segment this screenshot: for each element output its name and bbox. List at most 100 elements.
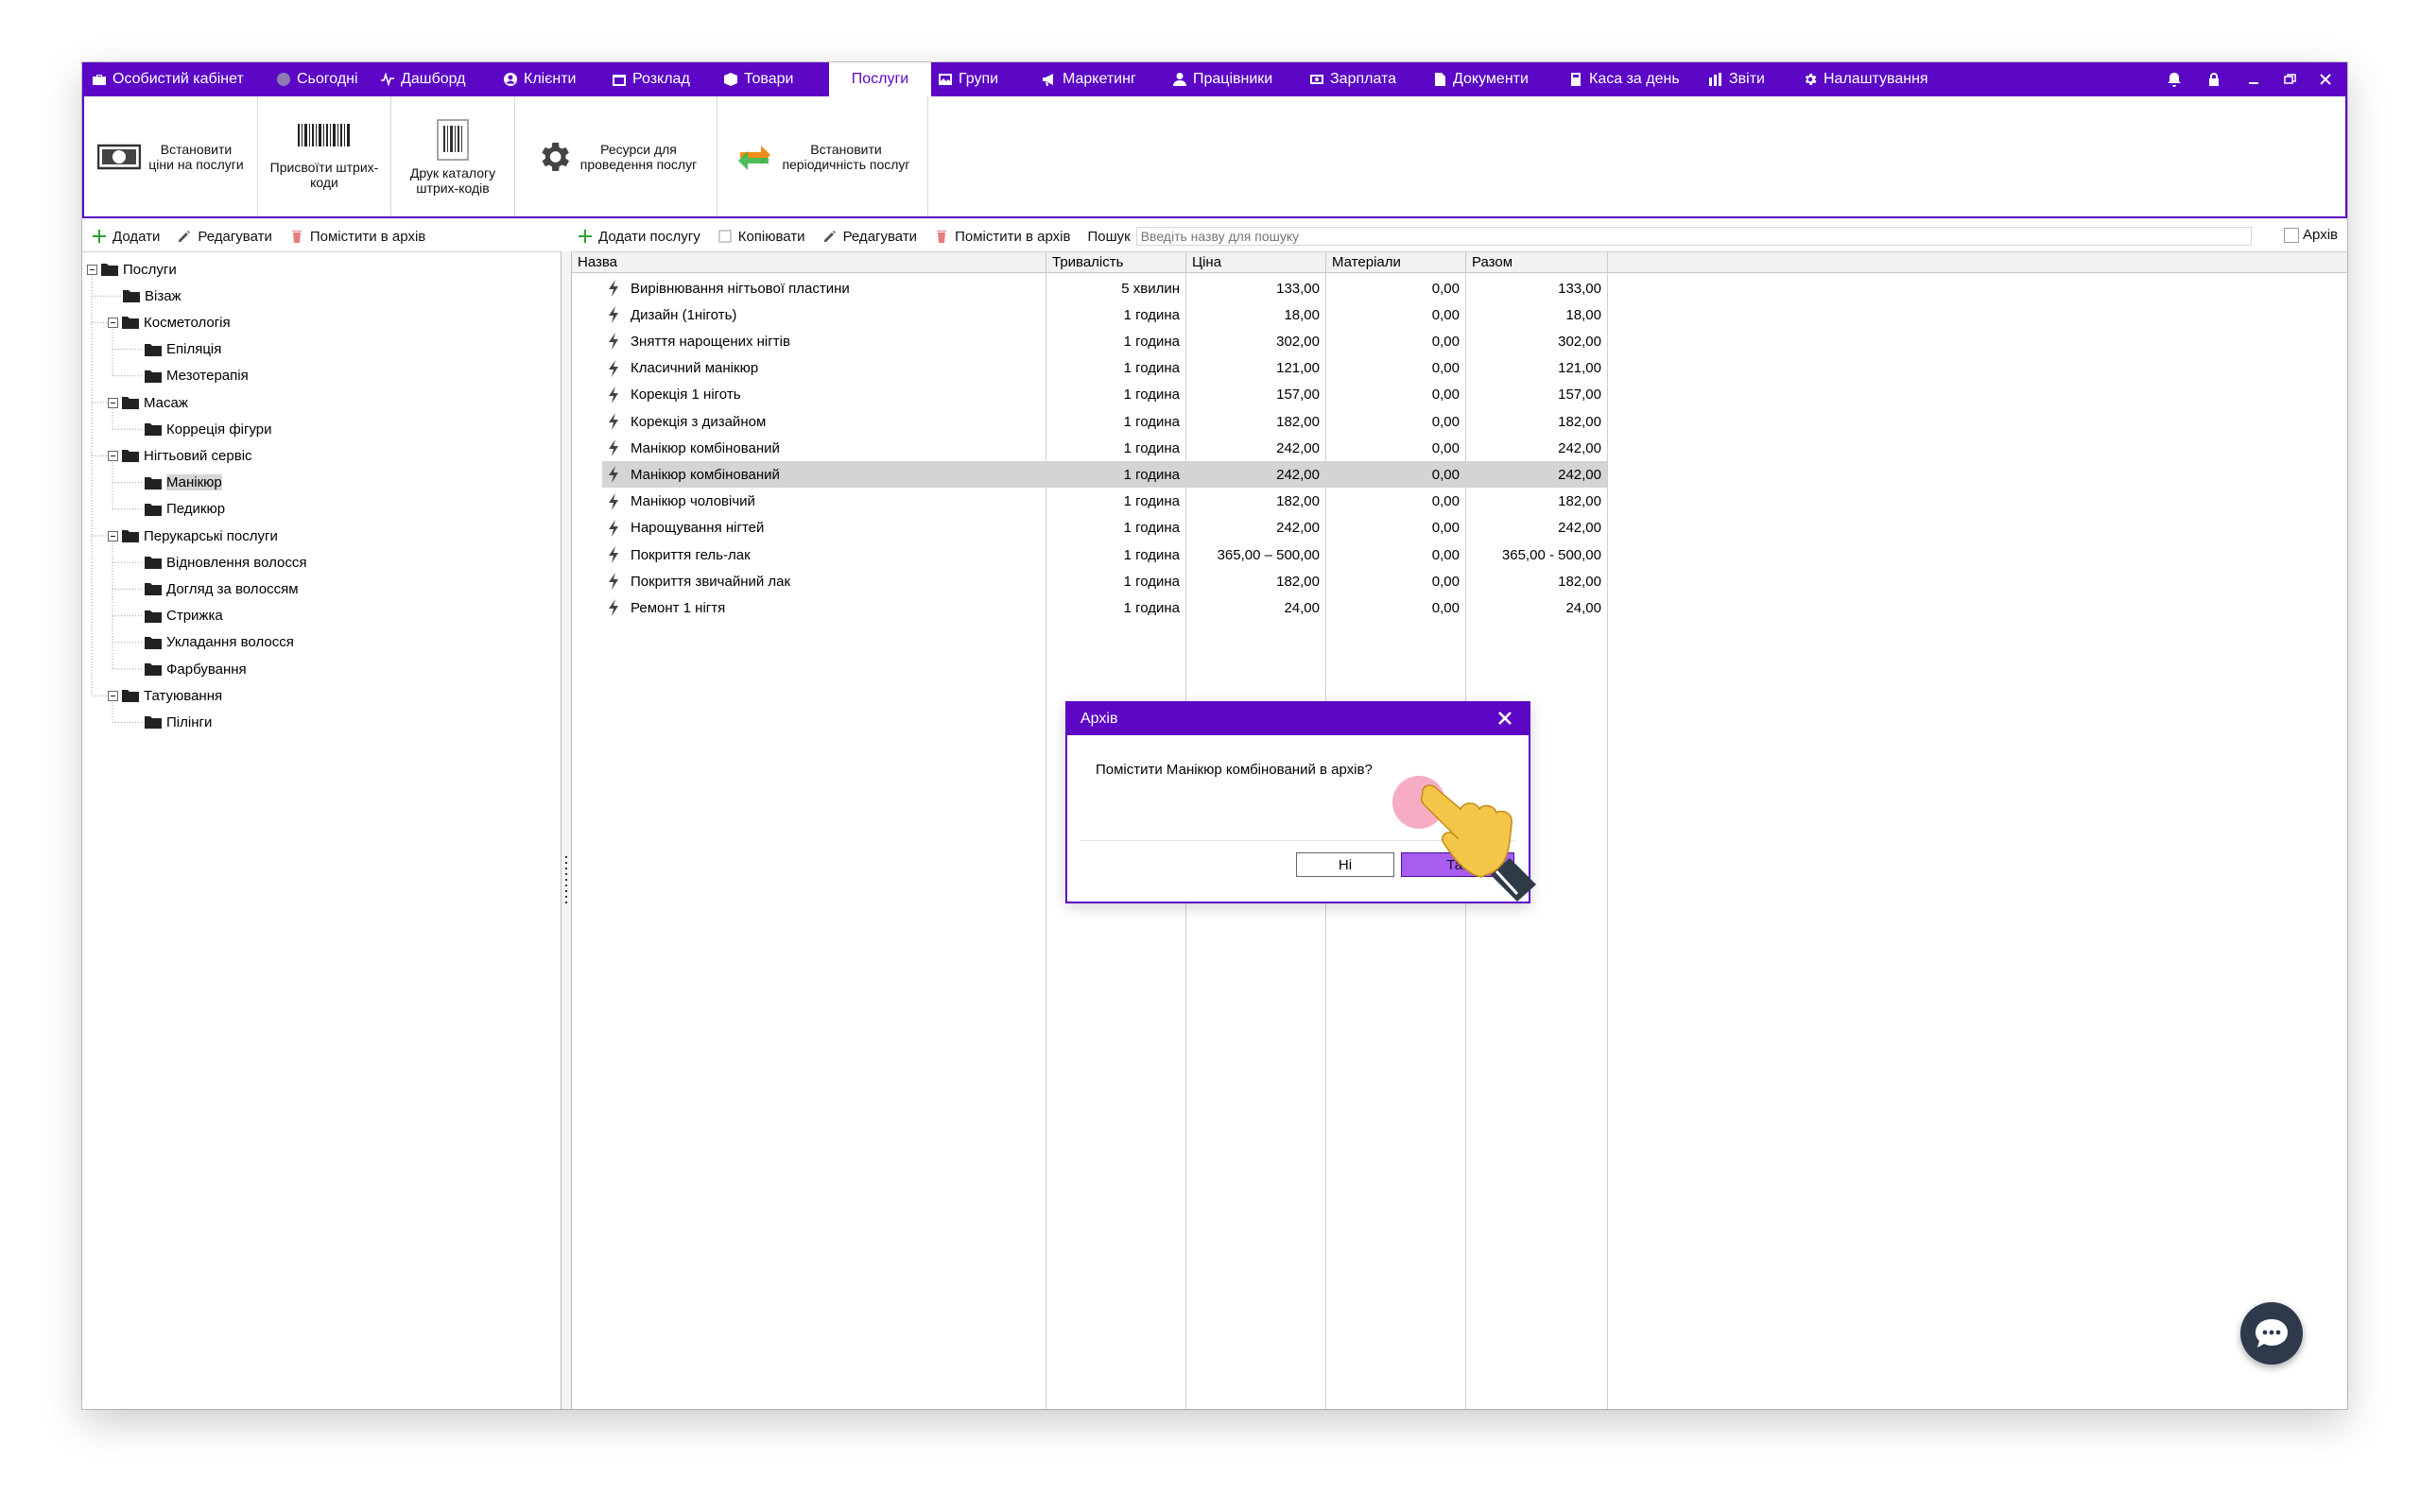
app-window: Особистий кабінет Сьогодні Дашборд Клієнти Р… <box>82 62 2347 1409</box>
archive-group-button[interactable]: Помістити в архів <box>289 229 425 245</box>
table-row[interactable]: Корекція з дизайном 1 година 182,00 0,00 182… <box>572 408 1612 435</box>
menu-item[interactable]: Маркетинг <box>1042 62 1136 96</box>
pane-splitter[interactable] <box>562 251 571 1409</box>
menu-item-label: Клієнти <box>524 71 577 87</box>
service-bolt-icon <box>608 408 619 435</box>
menu-item-label: Особистий кабінет <box>112 71 244 87</box>
close-icon[interactable] <box>2313 62 2338 96</box>
tree-node[interactable]: Татуювання <box>108 684 222 707</box>
table-row[interactable]: Дизайн (1ніготь) 1 година 18,00 0,00 18,00 <box>572 301 1612 328</box>
bell-icon[interactable] <box>2162 62 2187 96</box>
assign-barcodes-button[interactable]: Присвоїти штрих- коди <box>258 96 391 216</box>
add-service-button[interactable]: Додати послугу <box>578 229 700 245</box>
archive-checkbox-label: Архів <box>2303 227 2338 243</box>
chat-button[interactable] <box>2240 1302 2303 1365</box>
cell-name: Нарощування нігтей <box>631 520 765 537</box>
edit-service-button[interactable]: Редагувати <box>822 228 918 245</box>
tree-node[interactable]: Перукарські послуги <box>108 524 278 547</box>
table-row[interactable]: Покриття гель-лак 1 година 365,00 – 500,00… <box>572 541 1612 568</box>
collapse-toggle-icon[interactable] <box>108 397 118 408</box>
tree-node[interactable]: Відновлення волосся <box>145 551 307 574</box>
add-group-button[interactable]: Додати <box>92 229 160 245</box>
collapse-toggle-icon[interactable] <box>108 690 118 701</box>
table-row[interactable]: Вирівнювання нігтьової пластини 5 хвилин 1… <box>572 275 1612 301</box>
tree-node[interactable]: Послуги <box>87 258 177 281</box>
minimize-icon[interactable] <box>2241 62 2266 96</box>
service-bolt-icon <box>608 541 619 568</box>
tree-node[interactable]: Педикюр <box>145 498 225 521</box>
tree-node[interactable]: Епіляція <box>145 338 221 361</box>
table-row[interactable]: Покриття звичайний лак 1 година 182,00 0,00… <box>572 568 1612 594</box>
table-row[interactable]: Манікюр чоловічий 1 година 182,00 0,00 182,0… <box>572 489 1612 515</box>
menu-item[interactable]: Сьогодні <box>276 62 358 96</box>
cell-duration: 1 година <box>1123 333 1180 350</box>
table-row[interactable]: Манікюр комбінований 1 година 242,00 0,00 24… <box>572 435 1612 461</box>
menu-item[interactable]: Групи <box>938 62 998 96</box>
archive-checkbox[interactable] <box>2284 227 2300 243</box>
resources-button[interactable]: Ресурси для проведення послуг <box>515 96 717 216</box>
set-prices-button[interactable]: Встановити ціни на послуги <box>84 96 258 216</box>
service-bolt-icon <box>608 435 619 461</box>
menu-item[interactable]: Послуги <box>829 62 931 96</box>
edit-service-label: Редагувати <box>842 228 918 245</box>
tree-node[interactable]: Мезотерапія <box>145 365 249 387</box>
table-row[interactable]: Ремонт 1 нігтя 1 година 24,00 0,00 24,00 <box>572 594 1612 621</box>
archive-service-button[interactable]: Помістити в архів <box>934 229 1070 245</box>
restore-icon[interactable] <box>2277 62 2302 96</box>
collapse-toggle-icon[interactable] <box>108 530 118 541</box>
menu-item[interactable]: Зарплата <box>1309 62 1396 96</box>
service-bolt-icon <box>608 328 619 354</box>
search-input[interactable] <box>1135 227 2252 246</box>
cell-price: 182,00 <box>1276 573 1320 590</box>
menu-item[interactable]: Працівники <box>1172 62 1272 96</box>
dialog-no-button[interactable]: Ні <box>1296 852 1394 877</box>
column-header-total[interactable]: Разом <box>1466 252 1608 273</box>
pulse-icon <box>380 72 395 87</box>
cell-materials: 0,00 <box>1431 387 1460 404</box>
menu-item[interactable]: Розклад <box>612 62 690 96</box>
column-header-name[interactable]: Назва <box>572 252 1046 273</box>
tree-node[interactable]: Корреція фігури <box>145 418 272 440</box>
menu-item[interactable]: Каса за день <box>1568 62 1680 96</box>
cell-duration: 1 година <box>1123 546 1180 563</box>
column-header-materials[interactable]: Матеріали <box>1326 252 1466 273</box>
tree-node[interactable]: Фарбування <box>145 658 247 680</box>
table-row[interactable]: Корекція 1 ніготь 1 година 157,00 0,00 157,0… <box>572 382 1612 408</box>
tree-node[interactable]: Косметологія <box>108 311 231 334</box>
menu-item[interactable]: Налаштування <box>1803 62 1928 96</box>
edit-group-button[interactable]: Редагувати <box>177 229 272 245</box>
dialog-close-icon[interactable] <box>1496 710 1513 731</box>
table-row[interactable]: Нарощування нігтей 1 година 242,00 0,00 242,… <box>572 515 1612 541</box>
menu-item[interactable]: Товари <box>723 62 793 96</box>
tree-node[interactable]: Пілінги <box>145 711 212 733</box>
tree-node[interactable]: Укладання волосся <box>145 631 294 654</box>
collapse-toggle-icon[interactable] <box>108 450 118 461</box>
tree-node[interactable]: Масаж <box>108 391 188 414</box>
table-row[interactable]: Класичний манікюр 1 година 121,00 0,00 121,0… <box>572 355 1612 382</box>
menu-item[interactable]: Звіти <box>1708 62 1765 96</box>
cell-name: Ремонт 1 нігтя <box>631 599 726 616</box>
tree-node[interactable]: Манікюр <box>145 472 222 494</box>
cell-total: 242,00 <box>1558 439 1601 456</box>
folder-icon <box>122 396 144 409</box>
print-barcodes-button[interactable]: Друк каталогу штрих-кодів <box>391 96 515 216</box>
refresh-arrows-icon <box>738 145 771 170</box>
column-header-price[interactable]: Ціна <box>1186 252 1326 273</box>
menu-item[interactable]: Документи <box>1432 62 1529 96</box>
menu-item[interactable]: Особистий кабінет <box>92 62 244 96</box>
cell-price: 242,00 <box>1276 439 1320 456</box>
menu-item[interactable]: Клієнти <box>503 62 576 96</box>
table-row[interactable]: Зняття нарощених нігтів 1 година 302,00 0,0… <box>572 328 1612 354</box>
table-row[interactable]: Манікюр комбінований 1 година 242,00 0,00 24… <box>602 461 1607 489</box>
copy-button[interactable]: Копіювати <box>717 229 805 245</box>
collapse-toggle-icon[interactable] <box>87 264 97 275</box>
lock-icon[interactable] <box>2202 62 2226 96</box>
tree-node[interactable]: Візаж <box>123 284 182 307</box>
tree-node[interactable]: Догляд за волоссям <box>145 577 299 600</box>
column-header-duration[interactable]: Тривалість <box>1046 252 1186 273</box>
periodicity-button[interactable]: Встановити періодичність послуг <box>717 96 928 216</box>
tree-node[interactable]: Стрижка <box>145 605 223 627</box>
tree-node[interactable]: Нігтьовий сервіс <box>108 444 252 467</box>
menu-item[interactable]: Дашборд <box>380 62 466 96</box>
collapse-toggle-icon[interactable] <box>108 317 118 328</box>
